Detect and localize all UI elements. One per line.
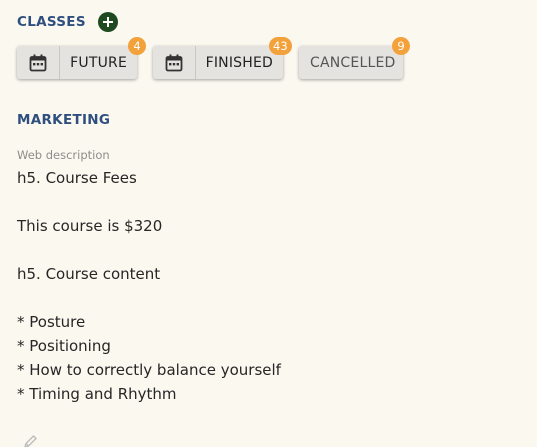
tab-future-label: FUTURE <box>70 54 127 71</box>
plus-circle-icon <box>102 17 113 27</box>
class-page: CLASSES FUTURE 4 FINISHED 43 CANCELLED 9… <box>0 0 537 447</box>
description-line: h5. Course content <box>17 265 161 283</box>
pencil-icon[interactable] <box>22 434 38 447</box>
tab-cancelled-label: CANCELLED <box>310 54 396 71</box>
classes-title: CLASSES <box>17 14 86 30</box>
classes-header: CLASSES <box>17 12 118 32</box>
tab-future[interactable]: FUTURE 4 <box>17 37 146 79</box>
tab-finished[interactable]: FINISHED 43 <box>153 37 292 79</box>
description-line <box>17 238 281 262</box>
description-line: * Timing and Rhythm <box>17 385 177 403</box>
tab-cancelled[interactable]: CANCELLED 9 <box>299 37 410 79</box>
web-description-label: Web description <box>17 148 110 162</box>
description-line: h5. Course Fees <box>17 169 137 187</box>
calendar-icon <box>153 46 196 79</box>
description-line: This course is $320 <box>17 217 163 235</box>
calendar-icon <box>17 46 61 79</box>
future-count-badge: 4 <box>128 37 146 55</box>
marketing-title: MARKETING <box>17 112 111 128</box>
finished-count-badge: 43 <box>269 37 292 55</box>
description-line: * Positioning <box>17 337 111 355</box>
description-line: * How to correctly balance yourself <box>17 361 281 379</box>
web-description-text[interactable]: h5. Course Fees This course is $320 h5. … <box>17 166 281 406</box>
description-line <box>17 190 281 214</box>
tab-finished-label: FINISHED <box>205 54 273 71</box>
description-line: * Posture <box>17 313 86 331</box>
description-line <box>17 286 281 310</box>
add-class-button[interactable] <box>97 12 118 32</box>
cancelled-count-badge: 9 <box>392 37 410 55</box>
